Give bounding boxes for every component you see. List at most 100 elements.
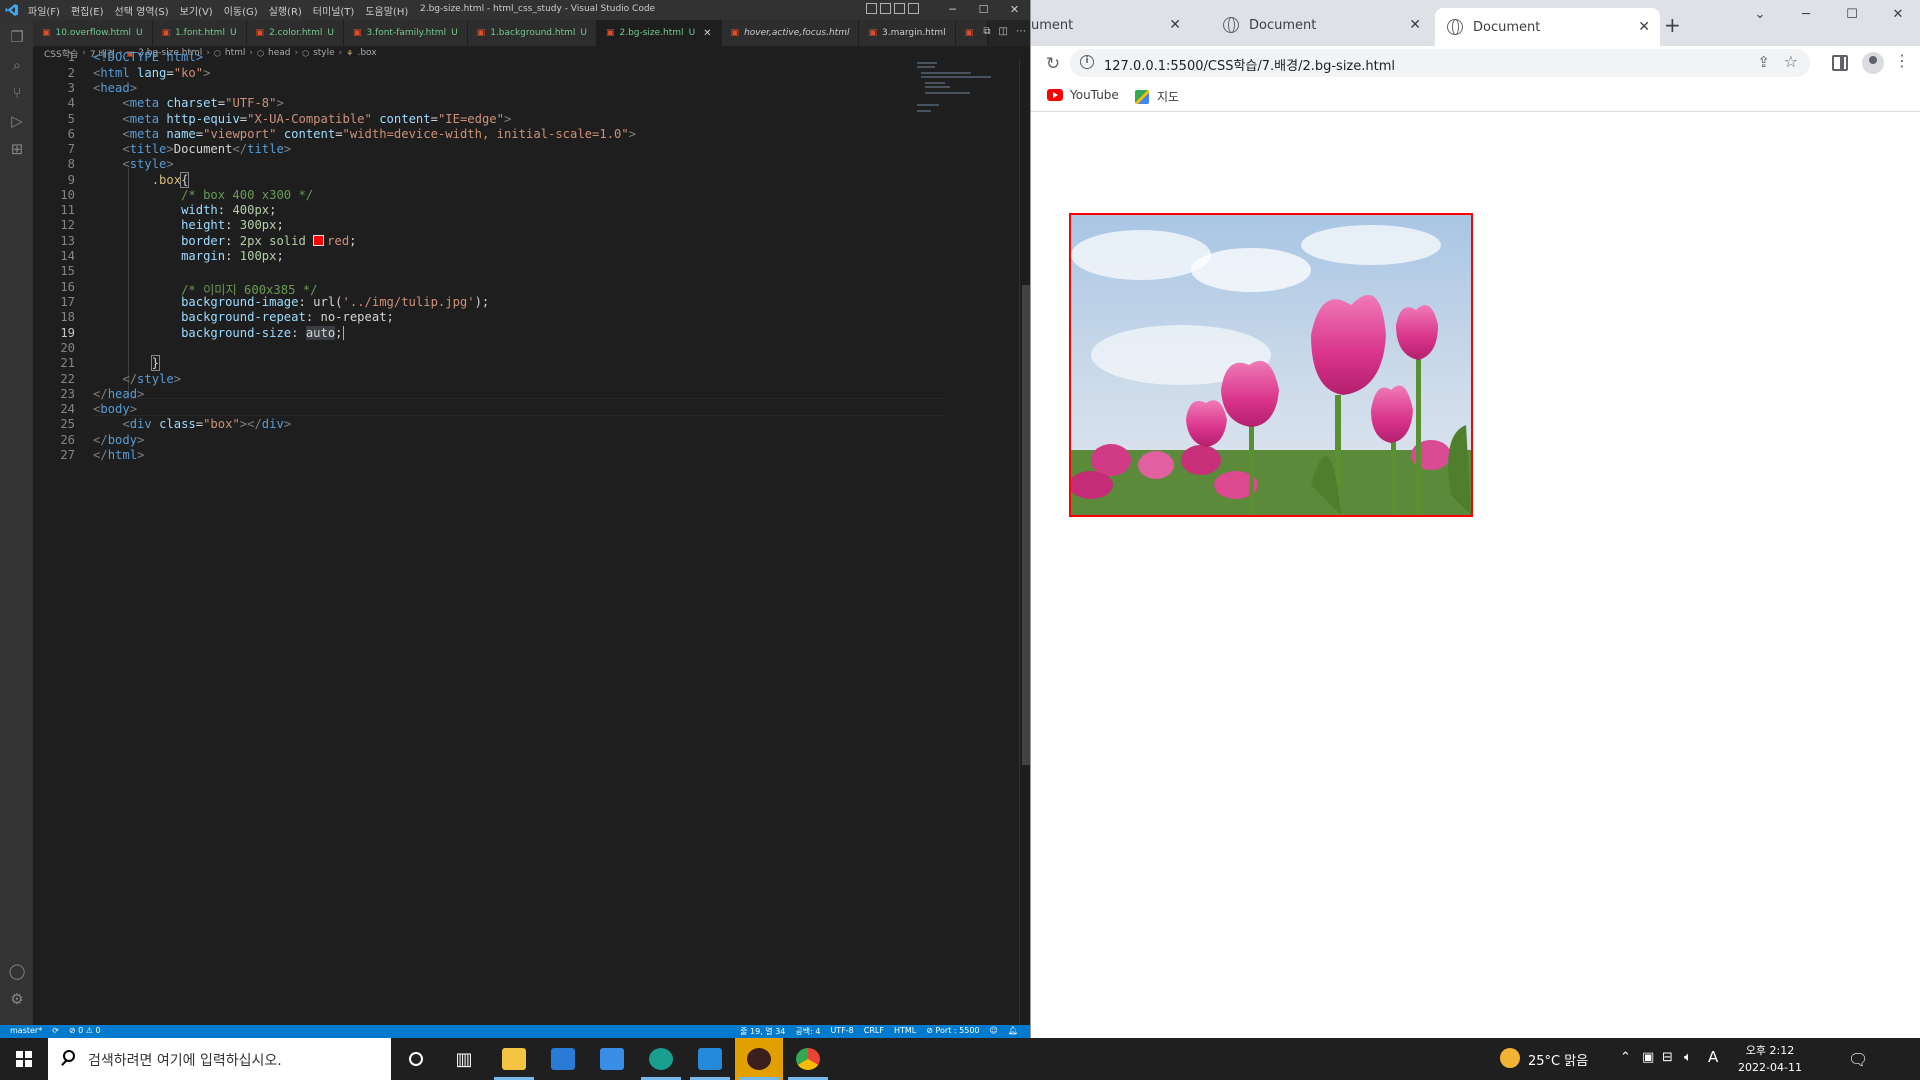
menu-run[interactable]: 실행(R): [269, 3, 302, 18]
settings-gear-icon[interactable]: ⚙: [8, 990, 26, 1008]
explorer-icon[interactable]: ❐: [8, 28, 26, 46]
ime-indicator[interactable]: A: [1708, 1048, 1718, 1066]
tab-bg-size[interactable]: ▣ 2.bg-size.html U ✕: [596, 20, 722, 46]
bookmark-maps[interactable]: 지도: [1135, 88, 1179, 105]
maximize-button[interactable]: ☐: [1829, 0, 1875, 30]
meet-now-icon[interactable]: ▣: [1642, 1050, 1654, 1065]
live-server-port[interactable]: ⊘ Port : 5500: [926, 1026, 979, 1037]
chrome-icon[interactable]: [784, 1038, 832, 1080]
branch-indicator[interactable]: master*: [10, 1026, 42, 1035]
account-icon[interactable]: ◯: [8, 962, 26, 980]
editor-scrollbar[interactable]: [1019, 60, 1030, 1025]
site-info-icon[interactable]: i: [1080, 55, 1094, 69]
breadcrumb-item[interactable]: style: [313, 48, 335, 58]
file-explorer-icon[interactable]: [490, 1038, 538, 1080]
tab-search-chevron-icon[interactable]: ⌄: [1737, 0, 1783, 30]
mail-icon[interactable]: [539, 1038, 587, 1080]
sync-icon[interactable]: ⟳: [52, 1026, 59, 1035]
tab-font-family[interactable]: ▣ 3.font-family.html U: [343, 20, 468, 46]
store-icon[interactable]: [588, 1038, 636, 1080]
share-icon[interactable]: ⇪: [1757, 53, 1770, 71]
profile-avatar-icon[interactable]: [1862, 52, 1884, 74]
menu-selection[interactable]: 선택 영역(S): [115, 3, 169, 18]
bookmark-star-icon[interactable]: ☆: [1784, 52, 1798, 71]
kakaotalk-icon[interactable]: [735, 1038, 783, 1080]
kebab-menu-icon[interactable]: ⋮: [1894, 51, 1910, 70]
show-hidden-icons-chevron-icon[interactable]: ⌃: [1620, 1050, 1631, 1065]
breadcrumb-item[interactable]: head: [268, 48, 290, 58]
menu-edit[interactable]: 편집(E): [71, 3, 104, 18]
menu-view[interactable]: 보기(V): [180, 3, 213, 18]
bookmark-youtube[interactable]: YouTube: [1047, 88, 1119, 102]
toggle-panel-icon[interactable]: [880, 3, 891, 14]
cursor-position[interactable]: 줄 19, 열 34: [740, 1026, 785, 1037]
scrollbar-thumb[interactable]: [1022, 285, 1030, 765]
problems-indicator[interactable]: ⊘ 0 ⚠ 0: [69, 1026, 101, 1035]
volume-muted-icon[interactable]: 🔈︎: [1684, 1050, 1692, 1065]
customize-layout-icon[interactable]: [908, 3, 919, 14]
line-number: 7: [67, 142, 75, 156]
browser-tab[interactable]: ument ✕: [1031, 8, 1191, 42]
vscode-icon[interactable]: [686, 1038, 734, 1080]
network-icon[interactable]: ⊟: [1662, 1050, 1673, 1065]
minimize-button[interactable]: ─: [1783, 0, 1829, 30]
menu-go[interactable]: 이동(G): [224, 3, 258, 18]
run-debug-icon[interactable]: ▷: [8, 112, 26, 130]
tab-close-icon[interactable]: ✕: [703, 28, 711, 39]
browser-toolbar: ↻ i 127.0.0.1:5500/CSS학습/7.배경/2.bg-size.…: [1031, 46, 1920, 82]
close-button[interactable]: ✕: [999, 0, 1030, 20]
extensions-icon[interactable]: ⊞: [8, 140, 26, 158]
end-of-line[interactable]: CRLF: [864, 1026, 884, 1037]
weather-text[interactable]: 25°C 맑음: [1528, 1050, 1588, 1069]
open-changes-icon[interactable]: ⧉: [983, 26, 990, 37]
maximize-button[interactable]: ☐: [968, 0, 999, 20]
tab-margin[interactable]: ▣ 3.margin.html: [859, 20, 956, 46]
menu-help[interactable]: 도움말(H): [365, 3, 408, 18]
breadcrumb-item[interactable]: html: [225, 48, 246, 58]
more-actions-icon[interactable]: ⋯: [1016, 26, 1026, 37]
browser-tab-active[interactable]: Document ✕: [1435, 8, 1660, 46]
indentation[interactable]: 공백: 4: [795, 1026, 820, 1037]
tab-color[interactable]: ▣ 2.color.html U: [246, 20, 344, 46]
tab-overflow[interactable]: ▣ 10.overflow.html U: [33, 20, 153, 46]
tab-font[interactable]: ▣ 1.font.html U: [152, 20, 247, 46]
color-swatch-icon[interactable]: [313, 235, 325, 246]
edge-icon[interactable]: [637, 1038, 685, 1080]
encoding[interactable]: UTF-8: [830, 1026, 853, 1037]
feedback-icon[interactable]: ☺: [990, 1026, 998, 1037]
reload-icon[interactable]: ↻: [1041, 52, 1065, 76]
task-view-icon[interactable]: ▥: [440, 1038, 488, 1080]
code-editor[interactable]: 1 2 3 4 5 6 7 8 9 10 11 12 13 14 15 16 1…: [33, 50, 1008, 1025]
start-button[interactable]: [0, 1038, 48, 1080]
language-mode[interactable]: HTML: [894, 1026, 916, 1037]
menu-file[interactable]: 파일(F): [28, 3, 60, 18]
browser-tab[interactable]: Document ✕: [1211, 8, 1431, 42]
close-button[interactable]: ✕: [1875, 0, 1920, 30]
taskbar-search[interactable]: 검색하려면 여기에 입력하십시오.: [48, 1038, 391, 1080]
menu-terminal[interactable]: 터미널(T): [313, 3, 355, 18]
tab-close-icon[interactable]: ✕: [1409, 17, 1421, 33]
breadcrumb-item[interactable]: .box: [357, 48, 376, 58]
tab-close-icon[interactable]: ✕: [1638, 19, 1650, 35]
split-editor-icon[interactable]: ◫: [999, 26, 1008, 37]
new-tab-plus-icon[interactable]: +: [1664, 13, 1681, 37]
tab-background[interactable]: ▣ 1.background.html U: [467, 20, 597, 46]
side-panel-icon[interactable]: [1832, 55, 1848, 71]
source-control-icon[interactable]: ⑂: [8, 84, 26, 102]
url-text[interactable]: 127.0.0.1:5500/CSS학습/7.배경/2.bg-size.html: [1104, 55, 1395, 74]
minimize-button[interactable]: ─: [937, 0, 968, 20]
address-bar[interactable]: i 127.0.0.1:5500/CSS학습/7.배경/2.bg-size.ht…: [1070, 49, 1810, 77]
search-icon[interactable]: ⌕: [8, 56, 26, 74]
toggle-secondary-sidebar-icon[interactable]: [894, 3, 905, 14]
toggle-sidebar-icon[interactable]: [866, 3, 877, 14]
notification-center-icon[interactable]: 🗨︎: [1848, 1050, 1868, 1069]
line-number: 3: [67, 81, 75, 95]
minimap[interactable]: [915, 60, 1015, 140]
tab-hover-active-focus[interactable]: ▣ hover,active,focus.html: [721, 20, 860, 46]
tab-close-icon[interactable]: ✕: [1169, 17, 1181, 33]
line-number: 2: [67, 66, 75, 80]
cortana-icon[interactable]: [392, 1038, 440, 1080]
clock[interactable]: 오후 2:12 2022-04-11: [1730, 1042, 1810, 1076]
chrome-window: ument ✕ Document ✕ Document ✕ + ⌄ ─ ☐ ✕: [1030, 0, 1920, 1038]
notifications-bell-icon[interactable]: 🔔︎: [1008, 1026, 1018, 1037]
